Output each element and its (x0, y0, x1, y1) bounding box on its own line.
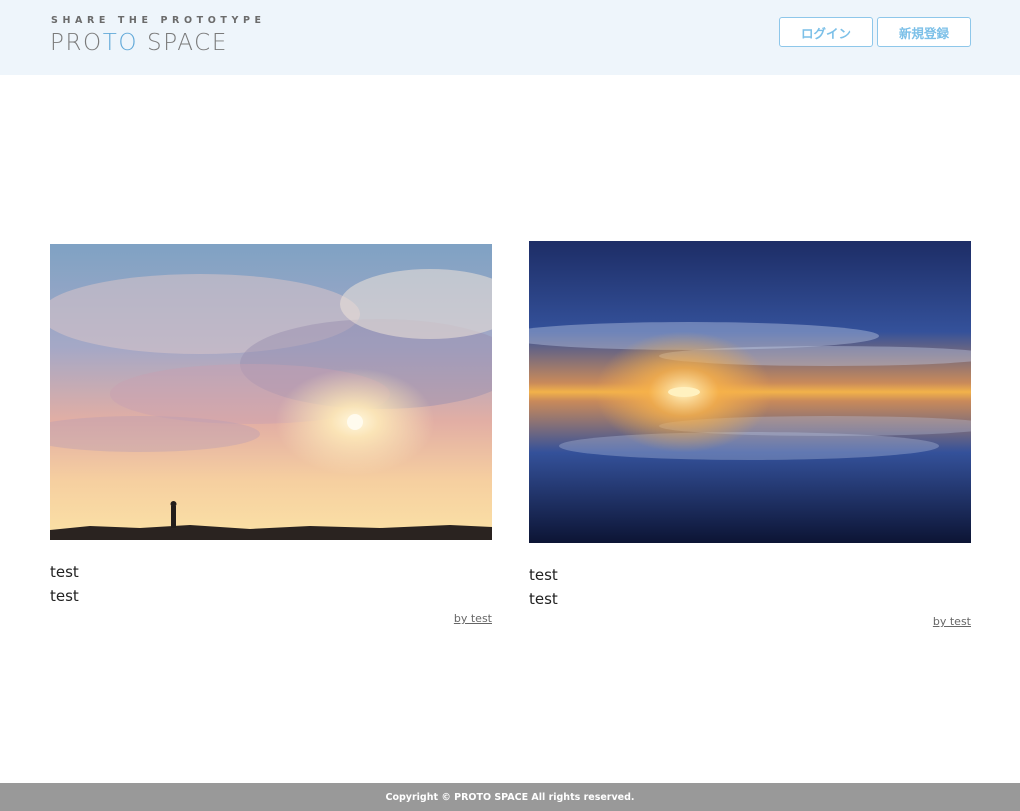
site-logo[interactable]: SHARE THE PROTOTYPE PROTO SPACE (50, 15, 261, 59)
site-header: SHARE THE PROTOTYPE PROTO SPACE ログイン 新規登… (0, 0, 1020, 75)
logo-wordmark: PROTO SPACE (50, 30, 228, 56)
site-footer: Copyright © PROTO SPACE All rights reser… (0, 783, 1020, 811)
prototype-user-link[interactable]: by test (50, 612, 492, 625)
prototype-title[interactable]: test (50, 560, 492, 584)
prototype-user-link[interactable]: by test (529, 615, 971, 628)
login-button[interactable]: ログイン (779, 17, 873, 47)
logo-tagline: SHARE THE PROTOTYPE (51, 15, 266, 26)
prototype-image[interactable] (529, 241, 971, 543)
prototype-catch-copy: test (50, 587, 79, 605)
prototype-card: test test by test (529, 241, 971, 628)
prototype-title[interactable]: test (529, 563, 971, 587)
prototype-catch-copy: test (529, 590, 558, 608)
copyright-text: Copyright © PROTO SPACE All rights reser… (385, 791, 635, 803)
signup-button[interactable]: 新規登録 (877, 17, 971, 47)
prototype-card: test test by test (50, 244, 492, 625)
prototype-image[interactable] (50, 244, 492, 540)
